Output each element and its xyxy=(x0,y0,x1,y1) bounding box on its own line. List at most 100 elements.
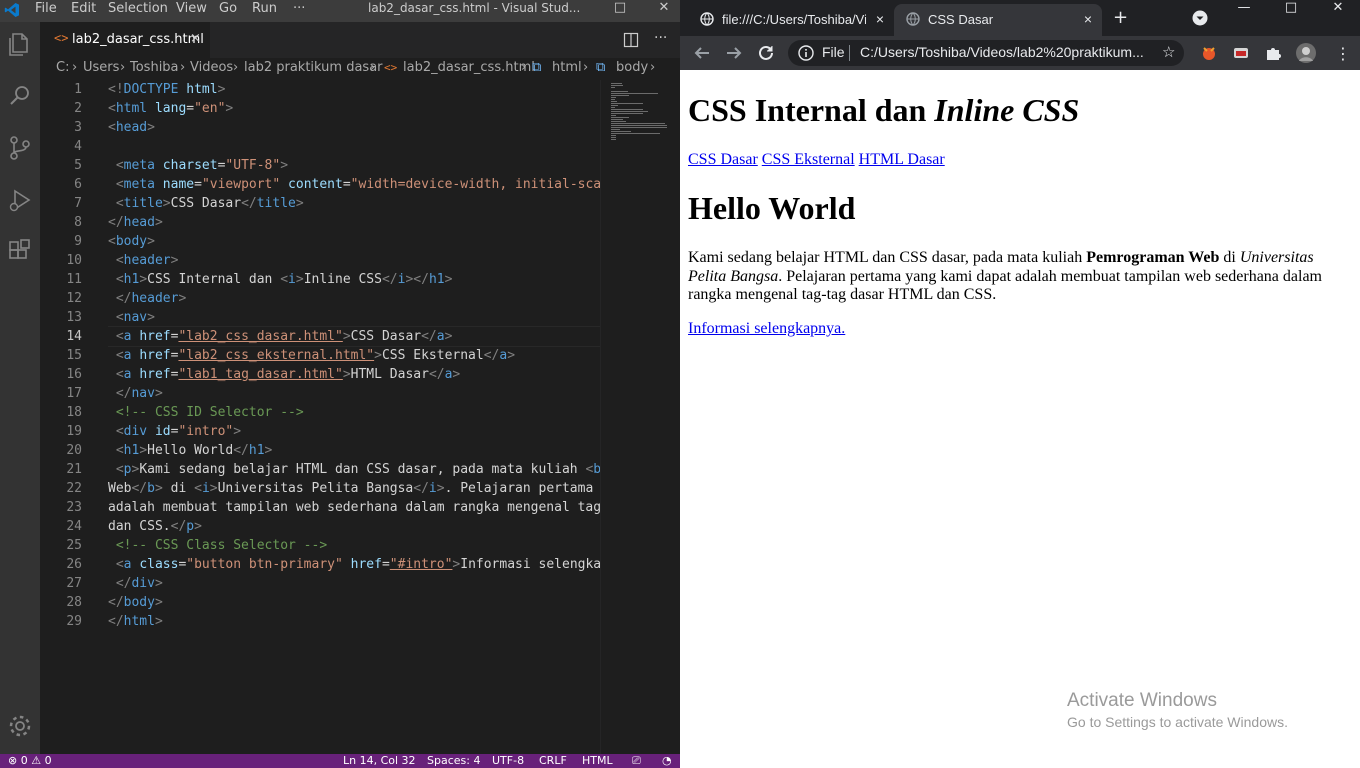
breadcrumb-item[interactable]: C: xyxy=(56,60,69,75)
code-line: </html> xyxy=(108,612,600,631)
problems-indicator[interactable]: ⊗ 0 ⚠ 0 xyxy=(8,754,52,767)
close-window-icon[interactable]: ✕ xyxy=(654,0,674,22)
code-token: Inline CSS xyxy=(303,272,382,287)
menu-view[interactable]: View xyxy=(176,1,207,16)
line-number-gutter: 1 2 3 4 5 6 7 8 9 10 11 12 13 14 15 16 17 18 19 20 21 22 23 24 2… xyxy=(40,80,92,754)
more-actions-icon[interactable]: ··· xyxy=(654,30,667,46)
page-nav: CSS Dasar CSS Eksternal HTML Dasar xyxy=(688,151,945,169)
editor-tab-lab2-dasar-css[interactable]: <> lab2_dasar_css.html × xyxy=(40,22,210,58)
bookmark-star-icon[interactable]: ☆ xyxy=(1162,43,1175,61)
code-token: </ xyxy=(131,481,148,496)
extensions-icon[interactable] xyxy=(4,236,36,268)
extensions-puzzle-icon[interactable] xyxy=(1264,44,1282,62)
code-token: > xyxy=(264,443,273,458)
code-token: title xyxy=(256,196,296,211)
line-number: 4 xyxy=(74,139,82,154)
info-icon[interactable] xyxy=(798,45,814,61)
close-tab-icon[interactable]: × xyxy=(1084,11,1092,27)
code-token: i xyxy=(201,481,210,496)
breadcrumb-item[interactable]: lab2_dasar_css.html xyxy=(403,60,535,75)
breadcrumb-item[interactable]: Videos xyxy=(190,60,233,75)
restore-icon[interactable]: □ xyxy=(610,0,630,22)
code-line: <a href="lab2_css_dasar.html">CSS Dasar<… xyxy=(108,326,600,347)
code-token: nav xyxy=(131,386,155,401)
code-token: Web xyxy=(108,481,132,496)
menu-edit[interactable]: Edit xyxy=(71,1,96,16)
extension-fox-icon[interactable] xyxy=(1200,44,1218,62)
code-token: > xyxy=(209,481,218,496)
link-css-dasar[interactable]: CSS Dasar xyxy=(688,151,758,168)
breadcrumb-item[interactable]: Users xyxy=(83,60,119,75)
split-editor-icon[interactable] xyxy=(623,32,639,48)
breadcrumb-item[interactable]: body xyxy=(616,60,648,75)
web-page: CSS Internal dan Inline CSS CSS Dasar CS… xyxy=(680,70,1360,768)
tab-search-dropdown-icon[interactable] xyxy=(1192,10,1208,26)
line-number: 21 xyxy=(66,462,82,477)
close-window-icon[interactable]: ✕ xyxy=(1320,0,1356,22)
link-html-dasar[interactable]: HTML Dasar xyxy=(859,151,945,168)
settings-gear-icon[interactable] xyxy=(4,710,36,742)
code-line: <html lang="en"> xyxy=(108,99,600,118)
code-editor[interactable]: <!DOCTYPE html> <html lang="en"> <head> <m… xyxy=(108,80,600,754)
menu-file[interactable]: File xyxy=(35,1,57,16)
indentation[interactable]: Spaces: 4 xyxy=(427,754,480,767)
extension-cast-icon[interactable] xyxy=(1232,44,1250,62)
menu-run[interactable]: Run xyxy=(252,1,277,16)
explorer-icon[interactable] xyxy=(4,28,36,60)
breadcrumb-item[interactable]: html xyxy=(552,60,582,75)
code-token: > xyxy=(154,595,163,610)
source-control-icon[interactable] xyxy=(4,132,36,164)
code-token: < xyxy=(108,234,116,249)
close-tab-icon[interactable]: × xyxy=(876,11,884,27)
chrome-menu-icon[interactable]: ⋮ xyxy=(1335,44,1351,63)
new-tab-button[interactable]: + xyxy=(1113,7,1128,28)
menu-go[interactable]: Go xyxy=(219,1,237,16)
browser-tab-css-dasar[interactable]: CSS Dasar × xyxy=(894,4,1102,36)
minimize-icon[interactable]: — xyxy=(1226,0,1262,22)
back-arrow-icon[interactable] xyxy=(691,42,713,64)
notifications-icon[interactable]: ◔ xyxy=(662,754,672,767)
minimap-line xyxy=(611,121,626,122)
code-token: charset xyxy=(162,158,218,173)
address-bar[interactable]: File C:/Users/Toshiba/Videos/lab2%20prak… xyxy=(788,40,1184,66)
code-token: CSS Dasar xyxy=(350,329,422,344)
line-ending[interactable]: CRLF xyxy=(539,754,567,767)
search-icon[interactable] xyxy=(4,80,36,112)
line-number: 9 xyxy=(74,234,82,249)
minimap-line xyxy=(611,85,623,86)
close-tab-icon[interactable]: × xyxy=(190,31,201,46)
more-info-link[interactable]: Informasi selengkapnya. xyxy=(688,320,845,338)
code-token: p xyxy=(186,519,195,534)
maximize-icon[interactable]: □ xyxy=(1273,0,1309,22)
run-debug-icon[interactable] xyxy=(4,184,36,216)
encoding[interactable]: UTF-8 xyxy=(492,754,524,767)
language-mode[interactable]: HTML xyxy=(582,754,613,767)
code-token: h1 xyxy=(123,272,140,287)
menu-more[interactable]: ··· xyxy=(293,1,305,16)
code-line: adalah membuat tampilan web sederhana da… xyxy=(108,498,600,517)
minimap-line xyxy=(611,93,658,94)
profile-avatar[interactable] xyxy=(1296,43,1316,63)
feedback-icon[interactable]: ⎚ xyxy=(632,754,641,768)
url-text[interactable]: C:/Users/Toshiba/Videos/lab2%20praktikum… xyxy=(860,44,1150,60)
cursor-position[interactable]: Ln 14, Col 32 xyxy=(343,754,416,767)
reload-icon[interactable] xyxy=(755,42,777,64)
code-token: > xyxy=(147,234,155,249)
breadcrumb-item[interactable]: lab2 praktikum dasar xyxy=(244,60,383,75)
minimap[interactable] xyxy=(600,80,680,754)
line-number: 19 xyxy=(66,424,82,439)
forward-arrow-icon[interactable] xyxy=(723,42,745,64)
code-token: = xyxy=(342,177,351,192)
html-file-icon: <> xyxy=(54,31,69,45)
link-css-eksternal[interactable]: CSS Eksternal xyxy=(762,151,855,168)
vscode-logo-icon xyxy=(4,3,19,17)
menu-selection[interactable]: Selection xyxy=(108,1,168,16)
code-token: di xyxy=(162,481,195,496)
line-number: 22 xyxy=(66,481,82,496)
breadcrumb-item[interactable]: Toshiba xyxy=(130,60,179,75)
browser-tab-file[interactable]: file:///C:/Users/Toshiba/Videos/lab2%20p… xyxy=(688,4,894,36)
